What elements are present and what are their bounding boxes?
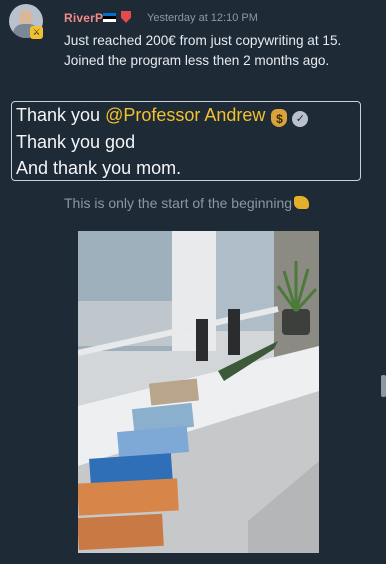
role-badge-icon: ⚔ xyxy=(30,26,43,39)
message-text: Just reached 200€ from just copywriting … xyxy=(64,33,342,68)
mention-professor-andrew[interactable]: @Professor Andrew xyxy=(105,105,265,125)
photo-illustration xyxy=(78,231,319,553)
closing-text: This is only the start of the beginning xyxy=(64,195,310,211)
timestamp: Yesterday at 12:10 PM xyxy=(147,12,258,24)
estonia-flag-icon xyxy=(103,13,116,22)
money-bag-icon: $ xyxy=(271,109,288,127)
scrollbar-thumb[interactable] xyxy=(381,375,386,397)
highlighted-quote: Thank you @Professor Andrew $ ✓ Thank you … xyxy=(11,101,361,181)
quote-line-3: And thank you mom. xyxy=(16,158,182,178)
shield-icon xyxy=(121,11,131,23)
quote-prefix: Thank you xyxy=(16,105,106,125)
attached-photo[interactable] xyxy=(78,231,319,553)
quote-line-1: Thank you @Professor Andrew $ ✓ xyxy=(16,105,309,127)
username[interactable]: RiverP xyxy=(64,11,103,25)
closing-text-label: This is only the start of the beginning xyxy=(64,195,293,211)
flexed-biceps-icon xyxy=(294,196,310,209)
verified-badge-icon: ✓ xyxy=(292,111,309,127)
quote-line-2: Thank you god xyxy=(16,132,136,152)
